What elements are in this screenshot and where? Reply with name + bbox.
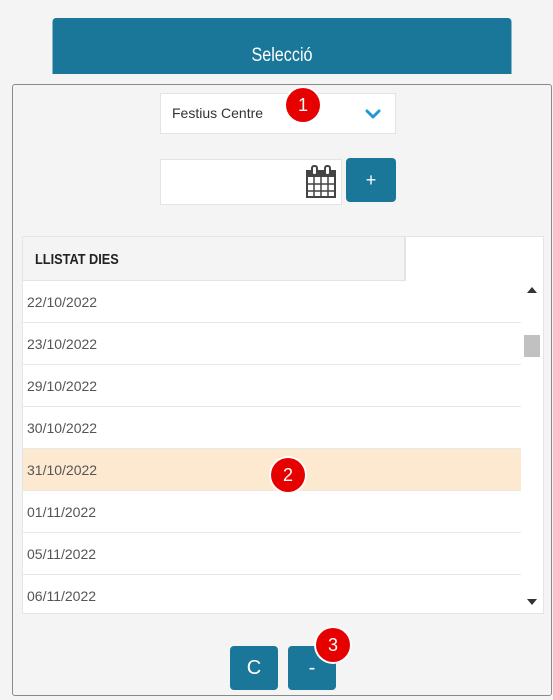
date-input[interactable] — [160, 159, 342, 205]
list-item[interactable]: 05/11/2022 — [23, 533, 521, 575]
list-item[interactable]: 30/10/2022 — [23, 407, 521, 449]
panel-title: Selecció — [251, 45, 313, 66]
list-item[interactable]: 23/10/2022 — [23, 323, 521, 365]
callout-badge-1: 1 — [286, 88, 320, 122]
chevron-down-icon — [365, 109, 381, 119]
list-column-header[interactable]: LLISTAT DIES — [23, 237, 406, 281]
add-date-button[interactable]: + — [346, 158, 396, 202]
callout-badge-2: 2 — [271, 458, 305, 492]
calendar-icon[interactable] — [304, 165, 338, 199]
list-body: 22/10/2022 23/10/2022 29/10/2022 30/10/2… — [23, 281, 521, 613]
holiday-type-select[interactable]: Festius Centre — [160, 93, 396, 134]
list-item[interactable]: 01/11/2022 — [23, 491, 521, 533]
list-item[interactable]: 06/11/2022 — [23, 575, 521, 613]
panel-header: Selecció — [52, 18, 512, 74]
scroll-up-arrow-icon[interactable] — [527, 287, 537, 293]
scroll-down-arrow-icon[interactable] — [527, 599, 537, 605]
list-item[interactable]: 22/10/2022 — [23, 281, 521, 323]
list-scrollbar[interactable] — [522, 281, 543, 613]
scroll-thumb[interactable] — [524, 335, 540, 357]
holiday-type-select-value: Festius Centre — [172, 105, 264, 121]
list-item[interactable]: 29/10/2022 — [23, 365, 521, 407]
clear-button[interactable]: C — [230, 646, 278, 690]
list-column-header-label: LLISTAT DIES — [35, 251, 119, 268]
callout-badge-3: 3 — [316, 628, 350, 662]
days-list: LLISTAT DIES 22/10/2022 23/10/2022 29/10… — [22, 236, 544, 614]
